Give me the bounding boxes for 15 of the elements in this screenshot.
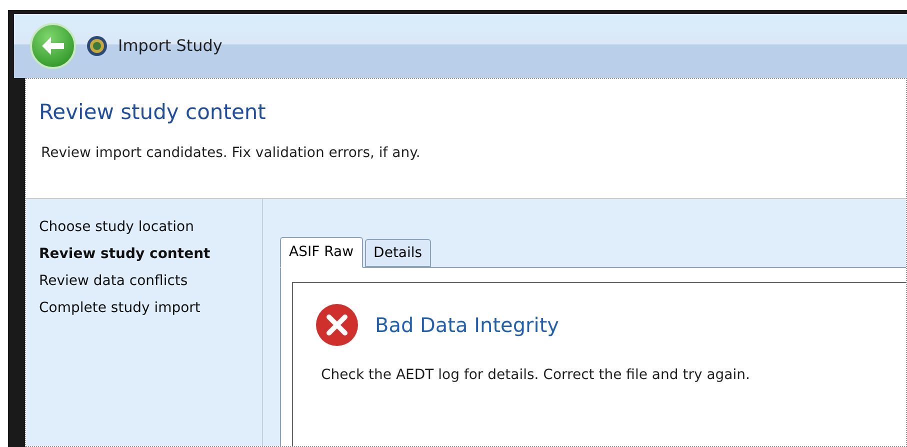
step-item[interactable]: Review study content: [39, 244, 262, 265]
back-arrow-icon: [40, 35, 66, 57]
window-title: Import Study: [118, 35, 222, 57]
message-title: Bad Data Integrity: [375, 312, 560, 339]
message-text: Check the AEDT log for details. Correct the file and try again.: [321, 366, 751, 385]
page-subtitle: Review import candidates. Fix validation errors, if any.: [40, 144, 422, 162]
seal-icon: [86, 35, 108, 57]
back-button[interactable]: [30, 23, 76, 69]
tab[interactable]: ASIF Raw: [280, 237, 363, 268]
step-item[interactable]: Complete study import: [39, 298, 262, 319]
error-icon: [315, 303, 359, 347]
step-item[interactable]: Review data conflicts: [39, 271, 262, 292]
tab[interactable]: Details: [364, 239, 432, 267]
step-item[interactable]: Choose study location: [39, 217, 262, 238]
page-title: Review study content: [39, 99, 267, 126]
